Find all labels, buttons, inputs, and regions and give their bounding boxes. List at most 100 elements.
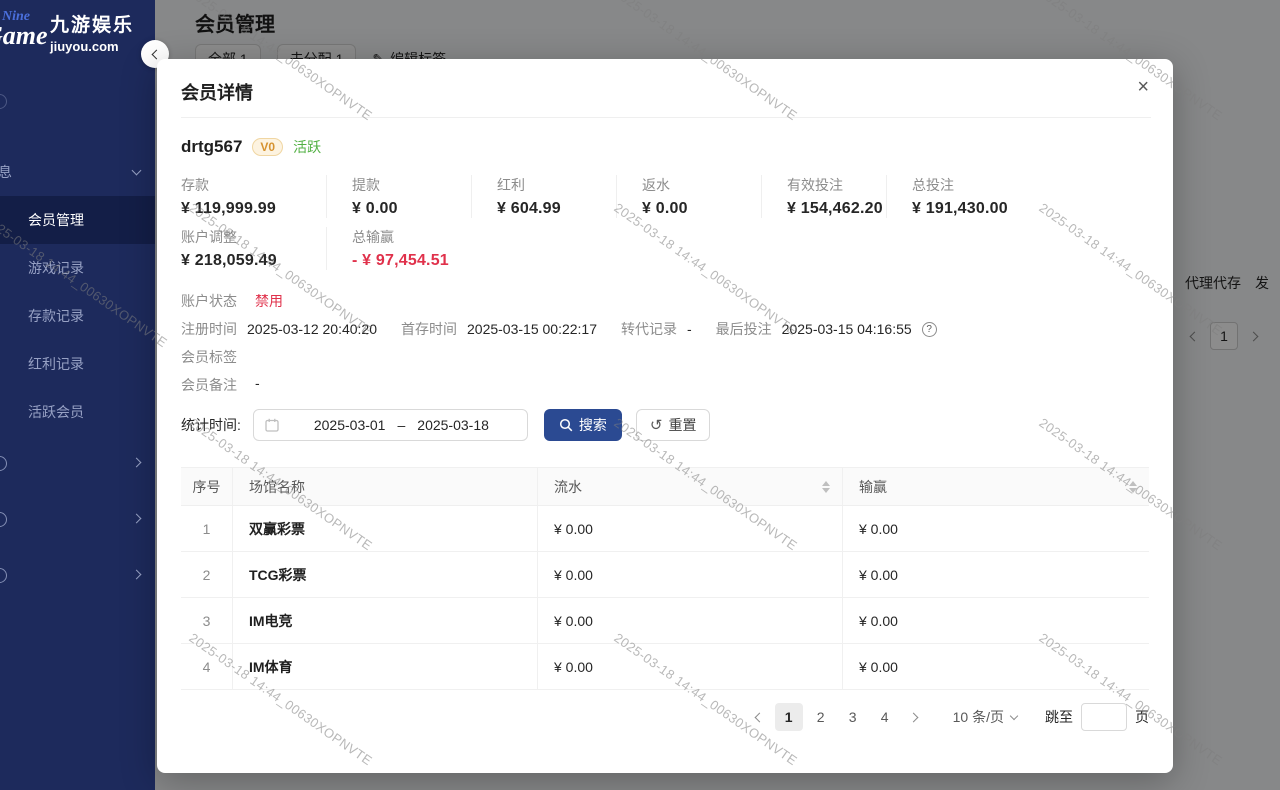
cell-winloss: ¥ 0.00 — [843, 598, 1149, 643]
meta-agent-transfer-record: 转代记录 - — [621, 319, 692, 339]
meta-value: 2025-03-12 20:40:20 — [247, 321, 377, 337]
stat-total-bets: 总投注 ¥ 191,430.00 — [886, 175, 1126, 218]
account-status-label: 账户状态 — [181, 291, 237, 311]
stat-rebate: 返水 ¥ 0.00 — [616, 175, 761, 218]
chevron-right-icon — [132, 570, 142, 580]
cell-turnover: ¥ 0.00 — [538, 552, 843, 597]
stat-value: ¥ 154,462.20 — [787, 200, 886, 218]
stat-label: 存款 — [181, 175, 326, 195]
member-tags-row: 会员标签 — [181, 347, 237, 367]
page-button-4[interactable]: 4 — [871, 703, 899, 731]
brand-domain: jiuyou.com — [50, 39, 134, 54]
stat-value: ¥ 119,999.99 — [181, 200, 326, 218]
sidebar-item-clipped-top[interactable] — [0, 80, 155, 124]
date-separator: – — [397, 417, 405, 433]
sort-icon[interactable] — [1129, 481, 1137, 493]
stat-bonus: 红利 ¥ 604.99 — [471, 175, 616, 218]
column-header-label: 输赢 — [859, 477, 887, 497]
chevron-right-icon — [909, 712, 919, 722]
column-header-turnover[interactable]: 流水 — [538, 468, 843, 505]
meta-register-time: 注册时间 2025-03-12 20:40:20 — [181, 319, 377, 339]
page-button-1[interactable]: 1 — [775, 703, 803, 731]
close-icon[interactable]: × — [1137, 77, 1149, 97]
sidebar-item-member-management[interactable]: 会员管理 — [0, 196, 155, 244]
sidebar-menu: 息 会员管理 游戏记录 存款记录 红利记录 活跃会员 — [0, 80, 155, 604]
jump-to-page-input[interactable] — [1081, 703, 1127, 731]
cell-index: 4 — [181, 644, 233, 689]
search-icon — [559, 418, 573, 432]
stats-row-1: 存款 ¥ 119,999.99 提款 ¥ 0.00 红利 ¥ 604.99 返水… — [181, 175, 1126, 218]
chevron-left-icon — [152, 49, 162, 59]
stat-withdrawal: 提款 ¥ 0.00 — [326, 175, 471, 218]
cell-venue: 双赢彩票 — [233, 506, 538, 551]
stat-account-adjustment: 账户调整 ¥ 218,059.49 — [181, 227, 326, 270]
prev-page-button[interactable] — [749, 703, 771, 731]
stats-period-label: 统计时间: — [181, 415, 241, 435]
sort-icon[interactable] — [822, 481, 830, 493]
member-level-badge: V0 — [252, 138, 283, 156]
chevron-left-icon — [755, 712, 765, 722]
stat-value: ¥ 0.00 — [642, 200, 761, 218]
cell-index: 2 — [181, 552, 233, 597]
search-button[interactable]: 搜索 — [544, 409, 622, 441]
sidebar-group-member-info[interactable]: 息 — [0, 148, 155, 196]
meta-last-bet: 最后投注 2025-03-15 04:16:55 ? — [716, 319, 937, 339]
cell-winloss: ¥ 0.00 — [843, 506, 1149, 551]
stat-label: 总投注 — [912, 175, 1126, 195]
member-activity-status: 活跃 — [293, 137, 321, 157]
member-remark-label: 会员备注 — [181, 375, 237, 395]
chevron-down-icon — [132, 166, 142, 176]
reset-icon: ↺ — [650, 418, 663, 433]
cell-turnover: ¥ 0.00 — [538, 506, 843, 551]
column-header-label: 流水 — [554, 477, 582, 497]
brand-names: 九游娱乐 jiuyou.com — [50, 10, 134, 54]
page-button-3[interactable]: 3 — [839, 703, 867, 731]
member-username: drtg567 — [181, 137, 242, 157]
sidebar-group-label-fragment: 息 — [0, 162, 12, 182]
sidebar-item-label: 红利记录 — [28, 354, 84, 374]
page-size-select[interactable]: 10 条/页 — [953, 707, 1017, 727]
sidebar-item-active-members[interactable]: 活跃会员 — [0, 388, 155, 436]
stat-value: ¥ 0.00 — [352, 200, 471, 218]
brand-logo[interactable]: Nine Game 九游娱乐 jiuyou.com — [0, 0, 155, 64]
cell-index: 3 — [181, 598, 233, 643]
sidebar-group-collapsed-1[interactable] — [0, 436, 155, 492]
sidebar-item-bonus-records[interactable]: 红利记录 — [0, 340, 155, 388]
meta-label: 注册时间 — [181, 319, 237, 339]
member-summary: drtg567 V0 活跃 — [181, 137, 321, 157]
page-size-value: 10 条/页 — [953, 707, 1004, 727]
chevron-right-icon — [132, 514, 142, 524]
stats-row-2: 账户调整 ¥ 218,059.49 总输赢 - ¥ 97,454.51 — [181, 227, 471, 270]
sidebar-group-collapsed-2[interactable] — [0, 492, 155, 548]
jump-to-label: 跳至 — [1045, 707, 1073, 727]
stat-value: ¥ 191,430.00 — [912, 200, 1126, 218]
page-button-2[interactable]: 2 — [807, 703, 835, 731]
jump-unit-label: 页 — [1135, 707, 1149, 727]
member-tags-label: 会员标签 — [181, 349, 237, 365]
sidebar-item-game-records[interactable]: 游戏记录 — [0, 244, 155, 292]
chevron-down-icon — [1010, 711, 1018, 719]
column-header-winloss[interactable]: 输赢 — [843, 468, 1149, 505]
column-header-venue: 场馆名称 — [233, 468, 538, 505]
cell-venue: IM电竞 — [233, 598, 538, 643]
sidebar: Nine Game 九游娱乐 jiuyou.com 息 会员管理 — [0, 0, 155, 790]
stat-label: 账户调整 — [181, 227, 326, 247]
date-range-picker[interactable]: 2025-03-01 – 2025-03-18 — [253, 409, 528, 441]
next-page-button[interactable] — [903, 703, 925, 731]
member-meta-row: 注册时间 2025-03-12 20:40:20 首存时间 2025-03-15… — [181, 319, 937, 339]
date-range-values: 2025-03-01 – 2025-03-18 — [287, 417, 516, 433]
question-circle-icon[interactable]: ? — [922, 322, 937, 337]
stat-deposit: 存款 ¥ 119,999.99 — [181, 175, 326, 218]
stat-label: 返水 — [642, 175, 761, 195]
reset-button[interactable]: ↺ 重置 — [636, 409, 711, 441]
table-row: 1 双赢彩票 ¥ 0.00 ¥ 0.00 — [181, 506, 1149, 552]
meta-label: 首存时间 — [401, 319, 457, 339]
screen: Nine Game 九游娱乐 jiuyou.com 息 会员管理 — [0, 0, 1280, 790]
sidebar-item-deposit-records[interactable]: 存款记录 — [0, 292, 155, 340]
date-end-value: 2025-03-18 — [417, 417, 489, 433]
sidebar-group-collapsed-3[interactable] — [0, 548, 155, 604]
stat-value: ¥ 218,059.49 — [181, 252, 326, 270]
cell-winloss: ¥ 0.00 — [843, 644, 1149, 689]
cell-winloss: ¥ 0.00 — [843, 552, 1149, 597]
meta-value: 2025-03-15 00:22:17 — [467, 321, 597, 337]
